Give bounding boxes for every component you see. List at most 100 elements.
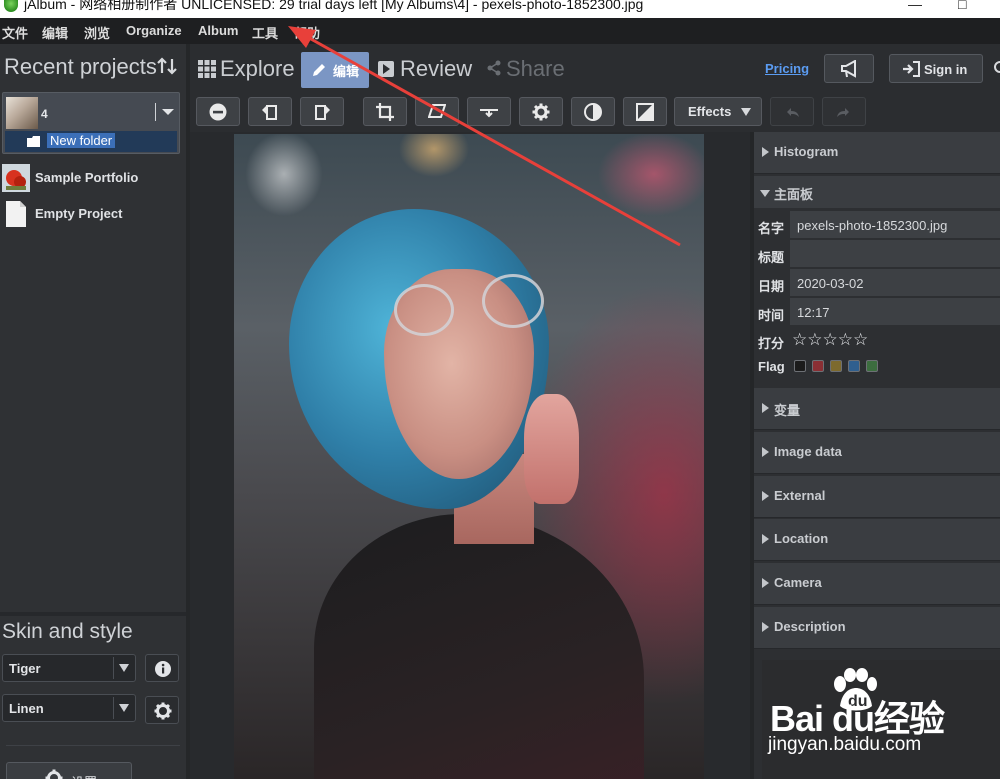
chevron-right-icon bbox=[762, 491, 769, 501]
skin-settings-button[interactable] bbox=[145, 696, 179, 724]
chevron-down-icon bbox=[760, 190, 770, 197]
project-name: 4 bbox=[41, 107, 48, 121]
menu-album[interactable]: Album bbox=[198, 23, 238, 38]
section-location[interactable]: Location bbox=[754, 519, 1000, 561]
title-field[interactable] bbox=[790, 240, 1000, 268]
photo-hand-shape bbox=[524, 394, 579, 504]
watermark-brand-text: Bai du bbox=[770, 698, 875, 739]
flag-label: Flag bbox=[758, 359, 785, 374]
minimize-button[interactable]: — bbox=[908, 0, 922, 12]
style-select[interactable]: Linen bbox=[2, 694, 136, 722]
photo-glasses-shape bbox=[394, 284, 454, 336]
section-camera[interactable]: Camera bbox=[754, 563, 1000, 605]
section-label: Histogram bbox=[774, 144, 839, 159]
section-label: Description bbox=[774, 619, 846, 634]
menu-edit[interactable]: 编辑 bbox=[42, 23, 68, 42]
chevron-right-icon bbox=[762, 447, 769, 457]
style-select-value: Linen bbox=[9, 701, 44, 716]
menu-organize[interactable]: Organize bbox=[126, 23, 182, 38]
project-label: Sample Portfolio bbox=[35, 170, 139, 185]
recent-projects-header: Recent projects bbox=[0, 44, 186, 92]
jalbum-app-icon bbox=[4, 0, 18, 12]
announcements-button[interactable] bbox=[824, 54, 874, 83]
minus-circle-icon bbox=[209, 103, 227, 121]
folder-name[interactable]: New folder bbox=[47, 133, 116, 148]
project-item-sample-portfolio[interactable]: Sample Portfolio bbox=[0, 162, 186, 194]
rotate-left-icon bbox=[262, 105, 277, 120]
info-icon bbox=[155, 661, 171, 677]
name-field[interactable]: pexels-photo-1852300.jpg bbox=[790, 211, 1000, 239]
window-title: jAlbum - 网络相册制作者 UNLICENSED: 29 trial da… bbox=[24, 0, 644, 12]
skin-select[interactable]: Tiger bbox=[2, 654, 136, 682]
flag-red[interactable] bbox=[812, 360, 824, 372]
combo-separator bbox=[113, 657, 114, 679]
chevron-right-icon bbox=[762, 147, 769, 157]
chevron-right-icon bbox=[762, 534, 769, 544]
divider bbox=[6, 745, 180, 746]
flag-yellow[interactable] bbox=[830, 360, 842, 372]
menu-tools[interactable]: 工具 bbox=[252, 23, 278, 42]
sign-in-label: Sign in bbox=[924, 62, 968, 77]
window-titlebar: jAlbum - 网络相册制作者 UNLICENSED: 29 trial da… bbox=[0, 0, 1000, 18]
undo-button[interactable] bbox=[770, 97, 814, 126]
chevron-right-icon bbox=[762, 622, 769, 632]
name-label: 名字 bbox=[758, 221, 785, 236]
time-value: 12:17 bbox=[797, 305, 830, 320]
flag-black[interactable] bbox=[794, 360, 806, 372]
panel-splitter[interactable] bbox=[0, 612, 186, 616]
section-main-panel[interactable]: 主面板 bbox=[754, 176, 1000, 208]
chevron-down-icon[interactable] bbox=[160, 104, 176, 120]
section-variables[interactable]: 变量 bbox=[754, 388, 1000, 430]
red-arrow-annotation bbox=[288, 26, 681, 247]
recent-projects-title: Recent projects bbox=[4, 54, 157, 79]
skin-info-button[interactable] bbox=[145, 654, 179, 682]
date-value: 2020-03-02 bbox=[797, 276, 864, 291]
project-item-empty-project[interactable]: Empty Project bbox=[0, 198, 186, 230]
settings-button[interactable]: 设置 bbox=[6, 762, 132, 779]
grid-icon bbox=[198, 60, 216, 78]
pricing-link[interactable]: Pricing bbox=[765, 61, 809, 76]
folder-row[interactable]: New folder bbox=[5, 131, 177, 152]
redo-button[interactable] bbox=[822, 97, 866, 126]
flag-blue[interactable] bbox=[848, 360, 860, 372]
time-field[interactable]: 12:17 bbox=[790, 298, 1000, 326]
sign-in-icon bbox=[903, 61, 920, 77]
sort-icon[interactable] bbox=[157, 56, 177, 76]
chevron-right-icon bbox=[762, 403, 769, 413]
flag-green[interactable] bbox=[866, 360, 878, 372]
remove-button[interactable] bbox=[196, 97, 240, 126]
menu-file[interactable]: 文件 bbox=[2, 23, 28, 42]
name-value: pexels-photo-1852300.jpg bbox=[797, 218, 948, 233]
baidu-watermark: du Bai du经验 jingyan.baidu.com bbox=[762, 660, 1000, 779]
date-label: 日期 bbox=[758, 279, 785, 294]
redo-icon bbox=[837, 108, 849, 117]
document-icon bbox=[6, 201, 26, 227]
time-label: 时间 bbox=[758, 308, 785, 323]
chevron-down-icon bbox=[741, 108, 751, 116]
maximize-button[interactable]: □ bbox=[958, 0, 966, 12]
project-card-current[interactable]: 4 New folder bbox=[2, 92, 180, 154]
section-external[interactable]: External bbox=[754, 476, 1000, 518]
section-description[interactable]: Description bbox=[754, 607, 1000, 649]
gear-icon bbox=[154, 702, 172, 720]
rating-stars[interactable]: ☆☆☆☆☆ bbox=[792, 330, 868, 350]
flower-thumbnail bbox=[2, 164, 30, 192]
main-panel-fields: 名字 pexels-photo-1852300.jpg 标题 日期 2020-0… bbox=[754, 208, 1000, 380]
photo-glasses-shape bbox=[482, 274, 544, 328]
watermark-url: jingyan.baidu.com bbox=[768, 734, 922, 755]
project-thumbnail bbox=[6, 97, 38, 129]
sign-in-button[interactable]: Sign in bbox=[889, 54, 983, 83]
section-label: 主面板 bbox=[774, 187, 814, 202]
title-label: 标题 bbox=[758, 250, 785, 265]
project-label: Empty Project bbox=[35, 206, 123, 221]
search-icon[interactable] bbox=[992, 60, 1000, 76]
date-field[interactable]: 2020-03-02 bbox=[790, 269, 1000, 297]
left-panel: Recent projects 4 New folder Sample Port… bbox=[0, 44, 186, 779]
rating-label: 打分 bbox=[758, 336, 785, 351]
menu-browse[interactable]: 浏览 bbox=[84, 23, 110, 42]
section-histogram[interactable]: Histogram bbox=[754, 132, 1000, 174]
folder-icon bbox=[27, 136, 40, 147]
section-label: Location bbox=[774, 531, 829, 546]
chevron-right-icon bbox=[762, 578, 769, 588]
section-image-data[interactable]: Image data bbox=[754, 432, 1000, 474]
